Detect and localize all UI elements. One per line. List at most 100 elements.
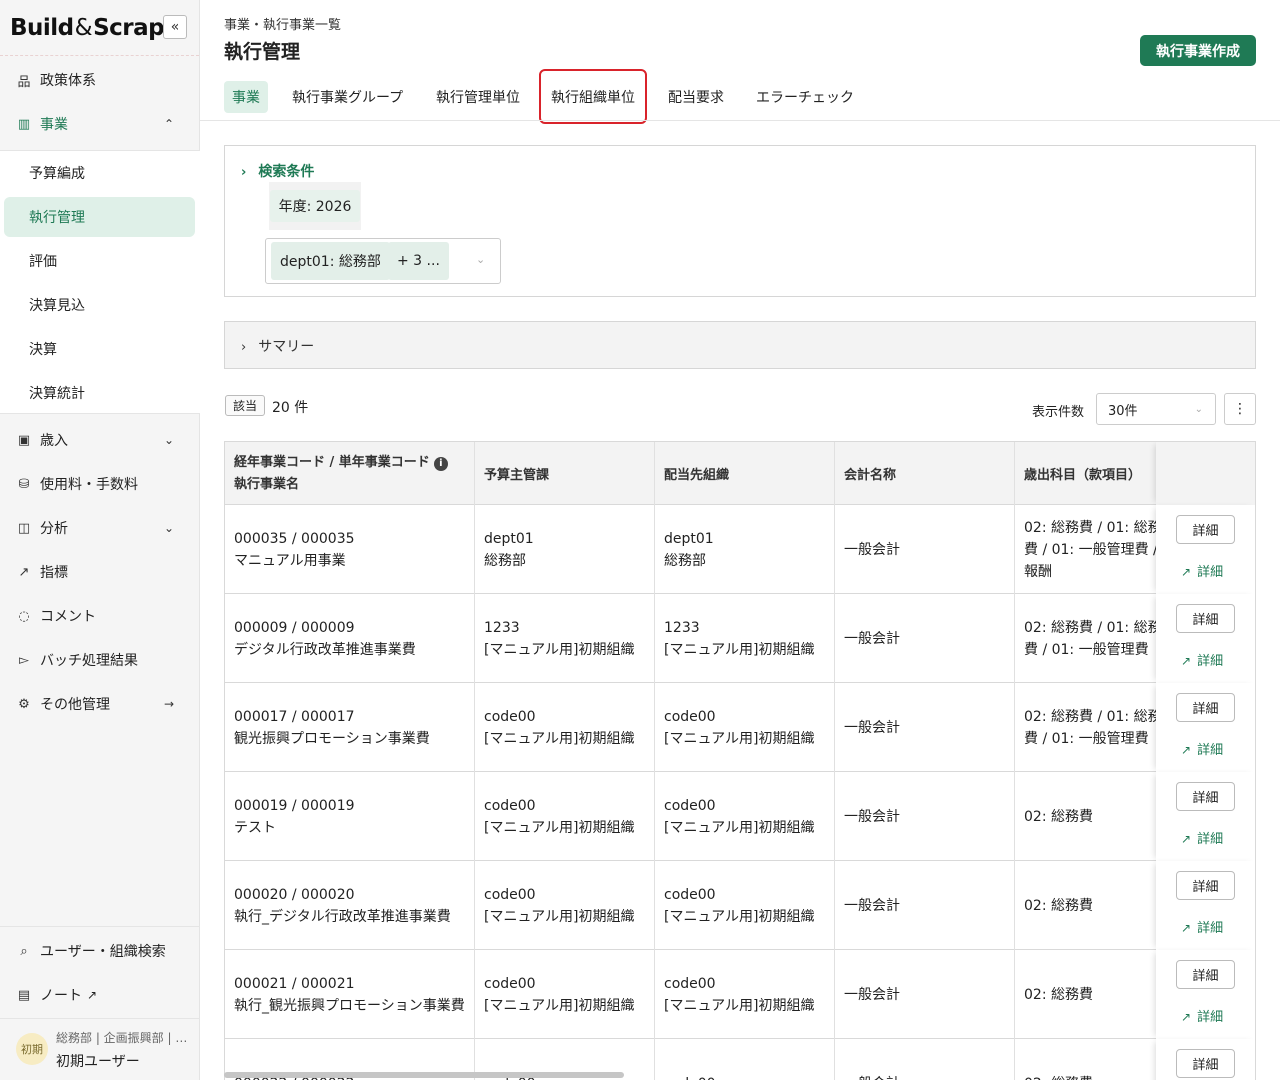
- cell-budget-dept: dept01 総務部: [475, 505, 655, 594]
- detail-button[interactable]: 詳細: [1176, 960, 1235, 989]
- dept-chip[interactable]: dept01: 総務部: [271, 242, 390, 280]
- cell-budget-dept: code00 [マニュアル用]初期組織: [475, 683, 655, 772]
- business-submenu: 予算編成 執行管理 評価 決算見込 決算 決算統計: [0, 150, 200, 414]
- expense-line: 報酬: [1024, 563, 1052, 580]
- sidebar-subitem-execution[interactable]: 執行管理: [4, 197, 195, 237]
- sidebar-subitem-settlement[interactable]: 決算: [4, 329, 195, 369]
- info-icon[interactable]: i: [433, 456, 448, 471]
- tab-execution-group[interactable]: 執行事業グループ: [284, 81, 411, 113]
- detail-button[interactable]: 詳細: [1176, 693, 1235, 722]
- result-badge: 該当: [225, 395, 266, 416]
- sidebar-item-revenue[interactable]: ▣ 歳入 ⌄: [0, 420, 200, 460]
- sidebar-subitem-budget[interactable]: 予算編成: [4, 153, 195, 193]
- external-link-icon: ↗: [1181, 654, 1192, 668]
- sidebar-subitem-forecast[interactable]: 決算見込: [4, 285, 195, 325]
- more-options-button[interactable]: ⋮: [1224, 393, 1256, 425]
- detail-button[interactable]: 詳細: [1176, 1049, 1235, 1078]
- cell-expense: 02: 総務費: [1015, 950, 1160, 1039]
- double-chevron-left-icon: «: [170, 19, 180, 35]
- sidebar-item-user-org-search[interactable]: ⌕ ユーザー・組織検索: [0, 931, 200, 971]
- search-toggle[interactable]: › 検索条件: [241, 161, 314, 181]
- search-panel: › 検索条件 年度: 2026 dept01: 総務部 + 3 ... ⌄: [224, 145, 1256, 297]
- sidebar-subitem-statistics[interactable]: 決算統計: [4, 373, 195, 413]
- tab-execution-unit[interactable]: 執行管理単位: [428, 81, 528, 113]
- table-row[interactable]: 000009 / 000009 デジタル行政改革推進事業費 1233 [マニュアル用]…: [225, 594, 1255, 683]
- table-header: 経年事業コード / 単年事業コード i 執行事業名 予算主管課 配当先組織 会計名…: [225, 442, 1255, 505]
- project-code: 000020 / 000020: [234, 886, 355, 903]
- tab-execution-org-unit[interactable]: 執行組織単位: [539, 69, 647, 124]
- expense-line: 02: 総務費 / 01: 総務管: [1024, 708, 1159, 725]
- detail-button[interactable]: 詳細: [1176, 871, 1235, 900]
- sidebar-item-fees[interactable]: ⛁ 使用料・手数料: [0, 464, 200, 504]
- project-name: 執行_観光振興プロモーション事業費: [234, 997, 465, 1014]
- detail-button[interactable]: 詳細: [1176, 515, 1235, 544]
- sidebar-item-batch-results[interactable]: ▻ バッチ処理結果: [0, 640, 200, 680]
- detail-link[interactable]: ↗ 詳細: [1181, 1006, 1223, 1025]
- summary-panel[interactable]: › サマリー: [224, 321, 1256, 369]
- dept-select[interactable]: dept01: 総務部 + 3 ... ⌄: [265, 238, 501, 284]
- detail-link[interactable]: ↗ 詳細: [1181, 561, 1223, 580]
- summary-toggle[interactable]: › サマリー: [241, 336, 314, 356]
- project-code: 000009 / 000009: [234, 619, 355, 636]
- external-link-icon: ↗: [1181, 1010, 1192, 1024]
- sidebar-item-policy[interactable]: 品 政策体系: [0, 60, 200, 100]
- kebab-icon: ⋮: [1233, 401, 1247, 417]
- header-account[interactable]: 会計名称: [835, 442, 1015, 505]
- project-code: 000017 / 000017: [234, 708, 355, 725]
- header-expense[interactable]: 歳出科目（款項目）: [1015, 442, 1160, 505]
- cell-code: 000017 / 000017 観光振興プロモーション事業費: [225, 683, 475, 772]
- cell-budget-dept: code00 [マニュアル用]初期組織: [475, 861, 655, 950]
- per-page-label: 表示件数: [1032, 405, 1085, 420]
- table-row[interactable]: 000021 / 000021 執行_観光振興プロモーション事業費 code00 [マ…: [225, 950, 1255, 1039]
- project-name: マニュアル用事業: [234, 552, 346, 569]
- tab-allocation-request[interactable]: 配当要求: [660, 81, 732, 113]
- sidebar-item-notes[interactable]: ▤ ノート ↗: [0, 975, 200, 1015]
- create-execution-project-button[interactable]: 執行事業作成: [1140, 35, 1256, 66]
- sidebar-item-indicators[interactable]: ↗ 指標: [0, 552, 200, 592]
- table-row[interactable]: 000035 / 000035 マニュアル用事業 dept01 総務部 dept01 総務…: [225, 505, 1255, 594]
- sidebar-item-comments[interactable]: ◌ コメント: [0, 596, 200, 636]
- cell-expense: 02: 総務費 / 01: 総務管費 / 01: 一般管理費 / (報酬: [1015, 505, 1160, 594]
- header-alloc-org[interactable]: 配当先組織: [655, 442, 835, 505]
- book-icon: ▤: [17, 987, 31, 1003]
- table-row[interactable]: 000017 / 000017 観光振興プロモーション事業費 code00 [マニュア…: [225, 683, 1255, 772]
- header-budget-dept[interactable]: 予算主管課: [475, 442, 655, 505]
- horizontal-scrollbar[interactable]: [224, 1072, 624, 1078]
- tab-error-check[interactable]: エラーチェック: [748, 81, 862, 113]
- project-name: 執行_デジタル行政改革推進事業費: [234, 908, 451, 925]
- sidebar-item-other-admin[interactable]: ⚙ その他管理 →: [0, 684, 200, 724]
- app-logo[interactable]: Build&Scrap: [10, 15, 165, 41]
- table-row[interactable]: 000019 / 000019 テスト code00 [マニュアル用]初期組織 code…: [225, 772, 1255, 861]
- detail-button[interactable]: 詳細: [1176, 604, 1235, 633]
- result-count: 20 件: [272, 400, 309, 416]
- sidebar-item-business[interactable]: ▥ 事業 ⌃: [0, 104, 200, 144]
- row-actions: 詳細 ↗詳細: [1156, 505, 1255, 594]
- more-chip[interactable]: + 3 ...: [388, 242, 449, 280]
- sidebar-subitem-evaluation[interactable]: 評価: [4, 241, 195, 281]
- cell-budget-dept: code00 [マニュアル用]初期組織: [475, 772, 655, 861]
- per-page-select[interactable]: 30件 ⌄: [1096, 393, 1216, 425]
- comment-icon: ◌: [18, 608, 30, 624]
- cell-expense: 02: 総務費: [1015, 1039, 1160, 1080]
- cell-expense: 02: 総務費: [1015, 772, 1160, 861]
- detail-link[interactable]: ↗ 詳細: [1181, 917, 1223, 936]
- cell-alloc-org: code00 [マニュアル用]初期組織: [655, 683, 835, 772]
- external-link-icon: ↗: [1181, 921, 1192, 935]
- year-filter[interactable]: 年度: 2026: [269, 182, 361, 230]
- detail-link[interactable]: ↗ 詳細: [1181, 650, 1223, 669]
- cell-alloc-org: dept01 総務部: [655, 505, 835, 594]
- tab-business[interactable]: 事業: [224, 81, 268, 113]
- detail-button[interactable]: 詳細: [1176, 782, 1235, 811]
- header-code[interactable]: 経年事業コード / 単年事業コード i 執行事業名: [225, 442, 475, 505]
- trend-icon: ↗: [18, 564, 30, 580]
- collapse-sidebar-button[interactable]: «: [163, 15, 187, 39]
- detail-link[interactable]: ↗ 詳細: [1181, 828, 1223, 847]
- table-row[interactable]: 000020 / 000020 執行_デジタル行政改革推進事業費 code00 [マニ…: [225, 861, 1255, 950]
- bar-chart-icon: ▥: [17, 116, 31, 132]
- user-profile[interactable]: 初期 総務部 | 企画振興部 | … 初期ユーザー: [0, 1018, 200, 1080]
- sidebar-bottom: [0, 926, 200, 927]
- cell-account: 一般会計: [835, 772, 1015, 861]
- cell-expense: 02: 総務費 / 01: 総務管費 / 01: 一般管理費: [1015, 683, 1160, 772]
- detail-link[interactable]: ↗ 詳細: [1181, 739, 1223, 758]
- sidebar-item-analysis[interactable]: ◫ 分析 ⌄: [0, 508, 200, 548]
